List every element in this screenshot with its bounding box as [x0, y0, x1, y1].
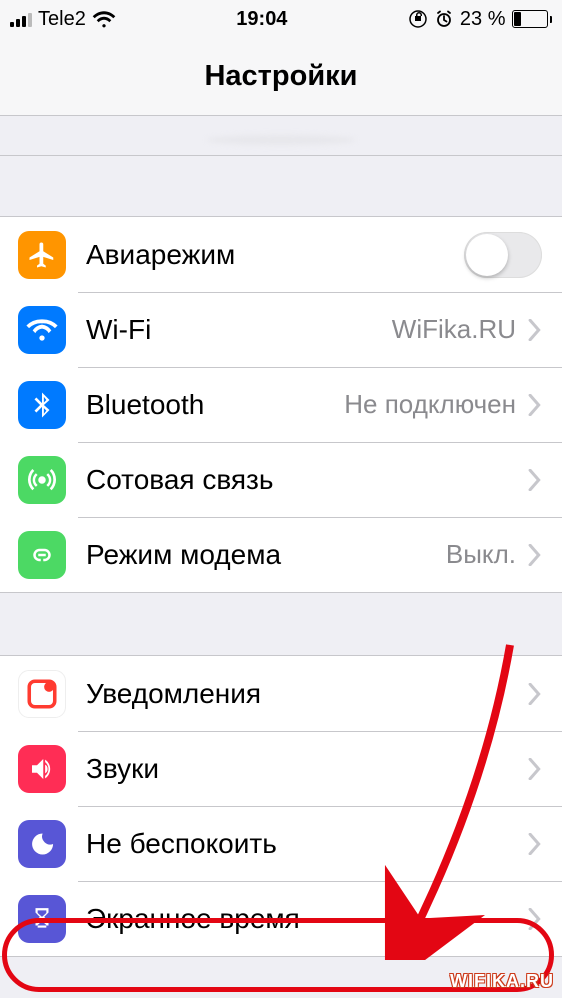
airplane-icon — [18, 231, 66, 279]
airplane-toggle[interactable] — [464, 232, 542, 278]
link-icon — [18, 531, 66, 579]
chevron-right-icon — [528, 394, 542, 416]
row-label: Wi-Fi — [86, 314, 392, 346]
chevron-right-icon — [528, 319, 542, 341]
chevron-right-icon — [528, 833, 542, 855]
status-time: 19:04 — [236, 8, 287, 31]
row-do-not-disturb[interactable]: Не беспокоить — [0, 806, 562, 881]
status-bar: Tele2 19:04 23 % — [0, 0, 562, 38]
row-value: WiFika.RU — [392, 314, 516, 345]
row-label: Сотовая связь — [86, 464, 528, 496]
hourglass-icon — [18, 895, 66, 943]
search-area[interactable] — [0, 116, 562, 156]
moon-icon — [18, 820, 66, 868]
row-label: Звуки — [86, 753, 528, 785]
alarm-icon — [434, 9, 454, 29]
row-sounds[interactable]: Звуки — [0, 731, 562, 806]
page-title: Настройки — [204, 60, 357, 93]
row-wifi[interactable]: Wi-Fi WiFika.RU — [0, 292, 562, 367]
row-bluetooth[interactable]: Bluetooth Не подключен — [0, 367, 562, 442]
chevron-right-icon — [528, 469, 542, 491]
speaker-icon — [18, 745, 66, 793]
chevron-right-icon — [528, 544, 542, 566]
row-label: Уведомления — [86, 678, 528, 710]
row-value: Не подключен — [344, 389, 516, 420]
watermark: WIFIKA.RU — [450, 971, 554, 992]
wifi-status-icon — [92, 10, 116, 28]
orientation-lock-icon — [408, 9, 428, 29]
notification-icon — [18, 670, 66, 718]
row-label: Не беспокоить — [86, 828, 528, 860]
row-screen-time[interactable]: Экранное время — [0, 881, 562, 956]
wifi-icon — [18, 306, 66, 354]
row-notifications[interactable]: Уведомления — [0, 656, 562, 731]
carrier-label: Tele2 — [38, 8, 86, 31]
row-label: Режим модема — [86, 539, 446, 571]
chevron-right-icon — [528, 683, 542, 705]
row-cellular[interactable]: Сотовая связь — [0, 442, 562, 517]
antenna-icon — [18, 456, 66, 504]
battery-icon — [512, 10, 553, 28]
row-label: Экранное время — [86, 903, 528, 935]
row-label: Bluetooth — [86, 389, 344, 421]
row-value: Выкл. — [446, 539, 516, 570]
row-airplane-mode[interactable]: Авиарежим — [0, 217, 562, 292]
battery-percent: 23 % — [460, 8, 506, 31]
bluetooth-icon — [18, 381, 66, 429]
nav-title-bar: Настройки — [0, 38, 562, 116]
settings-group-system: Уведомления Звуки Не беспокоить Экранное… — [0, 655, 562, 957]
chevron-right-icon — [528, 908, 542, 930]
status-left: Tele2 — [10, 8, 116, 31]
status-right: 23 % — [408, 8, 552, 31]
signal-bars-icon — [10, 11, 32, 27]
settings-group-connectivity: Авиарежим Wi-Fi WiFika.RU Bluetooth Не п… — [0, 216, 562, 593]
row-label: Авиарежим — [86, 239, 464, 271]
chevron-right-icon — [528, 758, 542, 780]
row-hotspot[interactable]: Режим модема Выкл. — [0, 517, 562, 592]
